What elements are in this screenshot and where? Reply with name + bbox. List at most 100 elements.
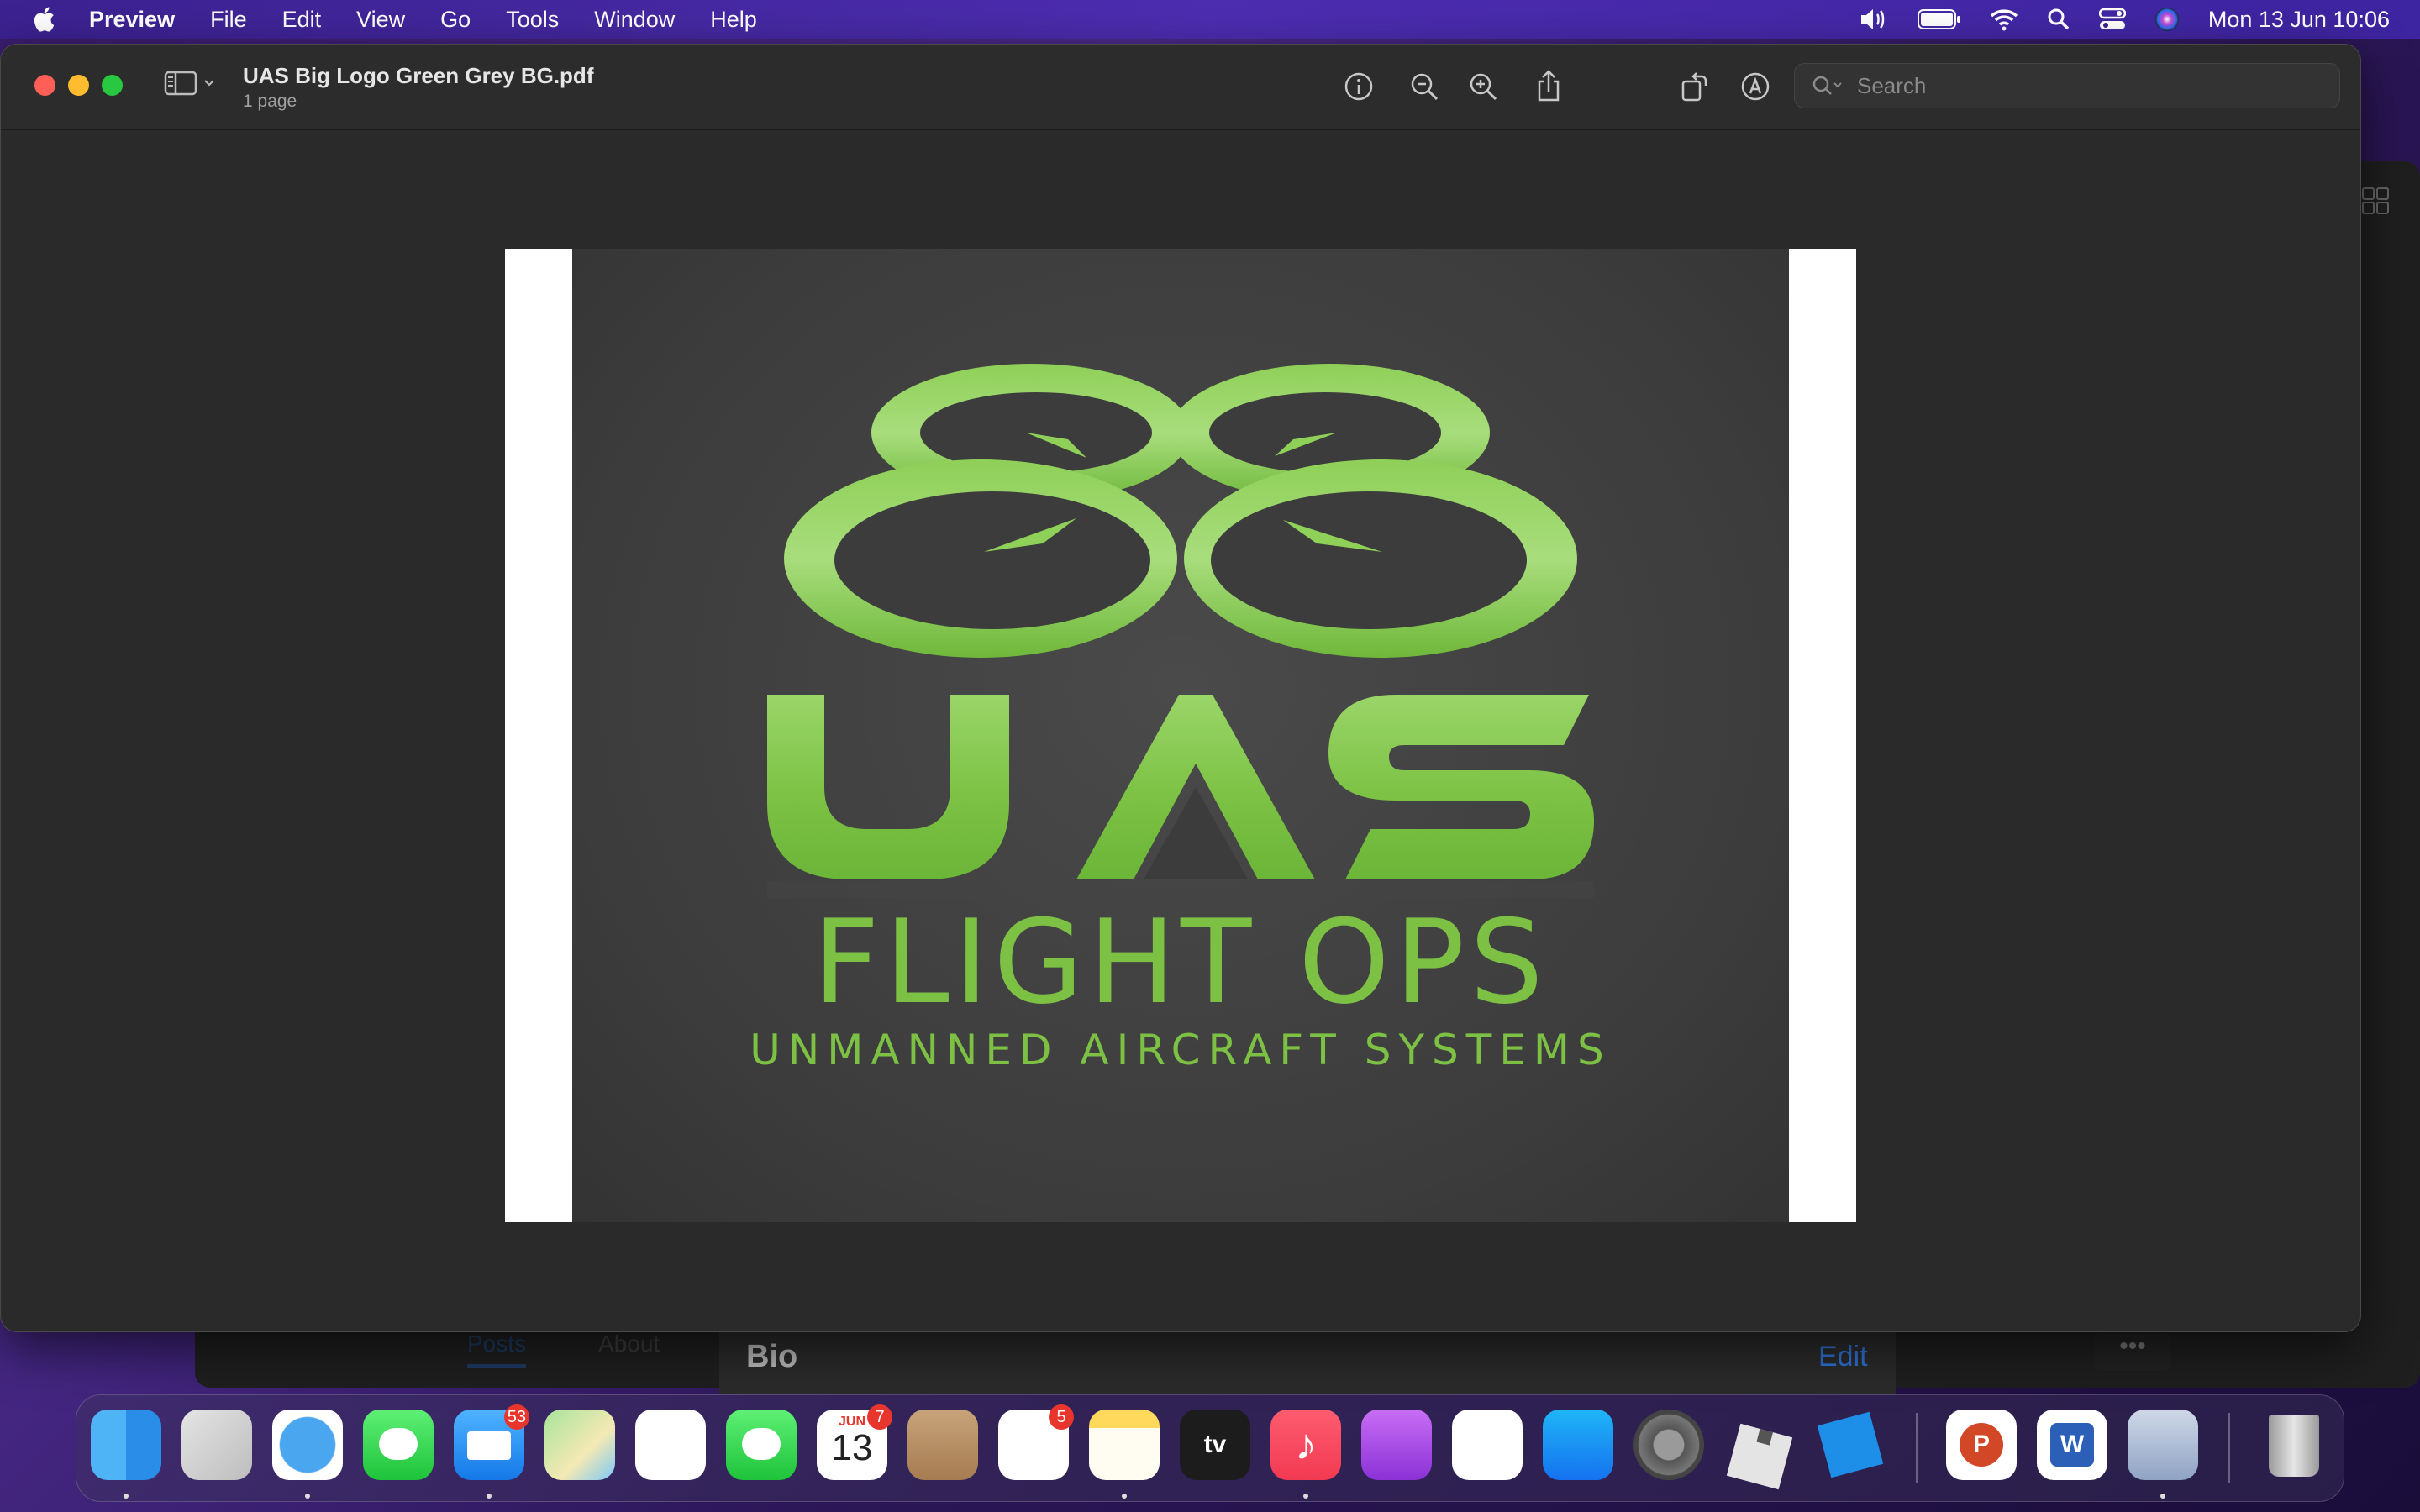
menu-tools[interactable]: Tools <box>506 7 559 33</box>
preview-icon <box>2128 1410 2198 1480</box>
running-indicator <box>487 1494 492 1499</box>
dock-appstore-app[interactable] <box>1543 1410 1613 1480</box>
dock-finder-app[interactable] <box>91 1410 161 1499</box>
dock-tv-app[interactable]: tv <box>1180 1410 1250 1480</box>
share-button[interactable] <box>1532 70 1565 103</box>
running-indicator <box>2160 1494 2165 1499</box>
roblox-icon <box>1724 1410 1795 1490</box>
dock-settings-app[interactable] <box>1634 1410 1704 1480</box>
siri-icon[interactable] <box>2154 7 2180 32</box>
window-toolbar: UAS Big Logo Green Grey BG.pdf 1 page <box>1 45 2360 130</box>
dock-powerpoint-app[interactable]: P <box>1946 1410 2017 1480</box>
settings-icon <box>1634 1410 1704 1480</box>
roblox-studio-icon <box>1815 1410 1886 1480</box>
preview-window: UAS Big Logo Green Grey BG.pdf 1 page Se… <box>0 44 2361 1332</box>
dock-contacts-app[interactable] <box>908 1410 978 1480</box>
apple-menu-icon[interactable] <box>30 4 60 34</box>
menu-go[interactable]: Go <box>440 7 471 33</box>
document-title[interactable]: UAS Big Logo Green Grey BG.pdf <box>243 63 593 89</box>
drone-logo-graphic <box>767 364 1594 898</box>
logo-title: FLIGHT OPS <box>813 895 1549 1030</box>
window-fullscreen-button[interactable] <box>102 75 123 96</box>
dock-safari-app[interactable] <box>272 1410 343 1499</box>
chevron-down-icon <box>204 80 214 87</box>
window-minimize-button[interactable] <box>68 75 89 96</box>
grid-view-icon <box>2362 187 2389 214</box>
music-icon: ♪ <box>1295 1420 1317 1469</box>
zoom-in-icon <box>1470 73 1497 101</box>
safari-icon <box>272 1410 343 1480</box>
bio-edit-link[interactable]: Edit <box>1818 1341 1868 1373</box>
search-icon <box>1812 76 1842 95</box>
notes-icon <box>1089 1410 1160 1480</box>
rotate-button[interactable] <box>1678 70 1712 103</box>
wifi-icon[interactable] <box>1990 8 2018 31</box>
podcasts-icon <box>1361 1410 1432 1480</box>
dock-trash-app[interactable] <box>2259 1410 2329 1480</box>
dock-roblox-app[interactable] <box>1724 1410 1795 1490</box>
appstore-icon <box>1543 1410 1613 1480</box>
messages-icon <box>363 1410 434 1480</box>
volume-icon[interactable] <box>1859 7 1889 32</box>
search-input[interactable] <box>1855 71 2329 100</box>
menu-edit[interactable]: Edit <box>282 7 322 33</box>
zoom-out-button[interactable] <box>1407 70 1441 103</box>
spotlight-search-icon[interactable] <box>2047 8 2070 31</box>
launchpad-icon <box>182 1410 252 1480</box>
zoom-in-button[interactable] <box>1466 70 1500 103</box>
dock-mail-app[interactable]: 53 <box>454 1404 529 1499</box>
powerpoint-icon: P <box>1946 1410 2017 1480</box>
menu-app-name[interactable]: Preview <box>89 7 175 33</box>
dock-roblox-studio-app[interactable] <box>1815 1410 1886 1480</box>
dock-preview-app[interactable] <box>2128 1410 2198 1499</box>
dock-word-app[interactable]: W <box>2037 1410 2107 1480</box>
trash-icon <box>2259 1410 2329 1480</box>
dock-calendar-app[interactable]: JUN 13 7 <box>817 1404 892 1480</box>
info-button[interactable] <box>1342 70 1376 103</box>
battery-icon[interactable] <box>1917 8 1961 30</box>
dock-facetime-app[interactable] <box>726 1410 797 1480</box>
news-icon <box>1452 1410 1523 1480</box>
dock-messages-app[interactable] <box>363 1410 434 1480</box>
zoom-out-icon <box>1411 73 1439 101</box>
rotate-icon <box>1681 72 1707 102</box>
window-close-button[interactable] <box>34 75 55 96</box>
menu-view[interactable]: View <box>356 7 405 33</box>
search-field[interactable] <box>1794 63 2340 108</box>
menu-clock[interactable]: Mon 13 Jun 10:06 <box>2208 7 2390 33</box>
dock-launchpad-app[interactable] <box>182 1410 252 1480</box>
tv-icon: tv <box>1203 1431 1227 1458</box>
menu-file[interactable]: File <box>210 7 247 33</box>
maps-icon <box>544 1410 615 1480</box>
sidebar-icon <box>164 71 197 96</box>
dock-reminders-app[interactable]: 5 <box>998 1404 1074 1480</box>
dock-news-app[interactable] <box>1452 1410 1523 1480</box>
dock-maps-app[interactable] <box>544 1410 615 1480</box>
sidebar-toggle-button[interactable] <box>164 70 216 97</box>
tab-about[interactable]: About <box>598 1331 660 1368</box>
more-options-button[interactable]: ••• <box>2094 1334 2171 1371</box>
dock-music-app[interactable]: ♪ <box>1270 1410 1341 1499</box>
running-indicator <box>124 1494 129 1499</box>
share-icon <box>1538 70 1560 102</box>
tab-posts[interactable]: Posts <box>467 1331 527 1368</box>
pdf-page[interactable]: FLIGHT OPS UNMANNED AIRCRAFT SYSTEMS <box>505 249 1856 1222</box>
menu-help[interactable]: Help <box>710 7 757 33</box>
menu-bar: Preview File Edit View Go Tools Window H… <box>0 0 2420 39</box>
control-center-icon[interactable] <box>2098 8 2126 31</box>
running-indicator <box>1303 1494 1308 1499</box>
document-page-count: 1 page <box>243 92 297 111</box>
markup-pen-icon <box>1741 72 1770 101</box>
facetime-icon <box>726 1410 797 1480</box>
dock-podcasts-app[interactable] <box>1361 1410 1432 1480</box>
photos-icon <box>635 1410 706 1480</box>
background-tabs: Posts About <box>467 1331 660 1368</box>
bio-panel <box>719 1331 1896 1394</box>
bio-section-title: Bio <box>746 1339 798 1374</box>
dock-notes-app[interactable] <box>1089 1410 1160 1499</box>
dock-photos-app[interactable] <box>635 1410 706 1480</box>
running-indicator <box>1122 1494 1127 1499</box>
menu-window[interactable]: Window <box>594 7 675 33</box>
contacts-icon <box>908 1410 978 1480</box>
markup-button[interactable] <box>1739 70 1772 103</box>
